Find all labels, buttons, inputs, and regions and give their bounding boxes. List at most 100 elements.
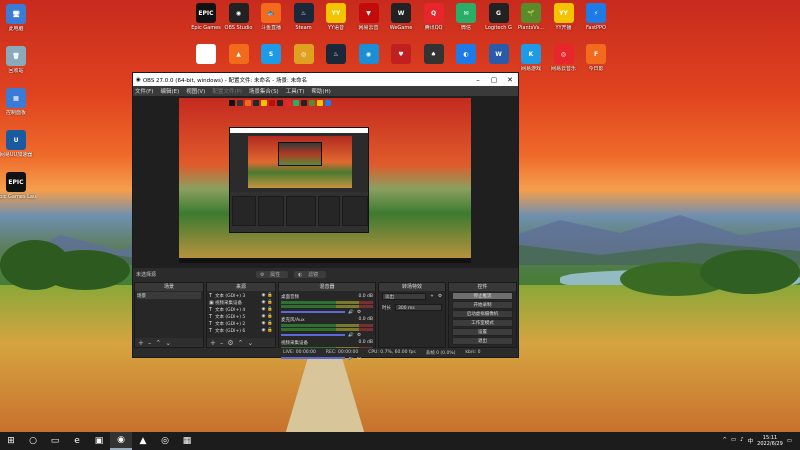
desktop-icon[interactable]: EPIC Epic Games Launcher xyxy=(0,172,36,200)
source-name: 文本 (GDI+) 2 xyxy=(215,321,246,327)
menu-item[interactable]: 文件(F) xyxy=(135,87,153,95)
app-icon: ◎ xyxy=(293,44,314,64)
source-item[interactable]: T 文本 (GDI+) 2 ◉ 🔒 xyxy=(209,320,273,327)
menu-item[interactable]: 配置文件(P) xyxy=(212,87,242,95)
lock-icon[interactable]: 🔒 xyxy=(267,328,273,333)
tray-icon[interactable]: ♪ xyxy=(740,437,744,445)
move-down-icon[interactable]: ⌄ xyxy=(165,339,171,347)
add-scene-button[interactable]: + xyxy=(138,339,144,347)
source-item[interactable]: T 文本 (GDI+) 4 ◉ 🔒 xyxy=(209,306,273,313)
source-name: 文本 (GDI+) 4 xyxy=(215,307,246,313)
duration-input[interactable]: 300 ms xyxy=(395,304,442,311)
speaker-icon[interactable]: 🔊 xyxy=(348,333,354,338)
system-tray: ^ ▭ ♪ 中 15:11 2022/6/29 ▭ xyxy=(722,435,800,447)
desktop-icon[interactable]: ⚡ FastPPO xyxy=(576,3,616,31)
notifications-icon[interactable]: ▭ xyxy=(787,438,792,444)
controls-dock-title: 控件 xyxy=(449,283,516,291)
app-icon: ▼ xyxy=(358,3,379,23)
visibility-eye-icon[interactable]: ◉ xyxy=(261,314,265,319)
visibility-eye-icon[interactable]: ◉ xyxy=(261,307,265,312)
add-source-button[interactable]: + xyxy=(210,339,216,347)
visibility-eye-icon[interactable]: ◉ xyxy=(261,293,265,298)
tray-icon[interactable]: 中 xyxy=(748,437,754,445)
taskbar-app-icon[interactable]: ○ xyxy=(22,432,44,450)
taskbar-app-icon[interactable]: ▭ xyxy=(44,432,66,450)
taskbar-app-icon[interactable]: ◎ xyxy=(154,432,176,450)
program-preview[interactable] xyxy=(179,98,471,263)
desktop-icon[interactable]: 🗑 回收站 xyxy=(0,46,36,74)
volume-slider[interactable] xyxy=(281,357,346,359)
remove-source-button[interactable]: – xyxy=(220,339,224,347)
scene-item[interactable]: 场景 xyxy=(137,292,201,299)
desktop-icon[interactable]: ▦ 控制面板 xyxy=(0,88,36,116)
control-button[interactable]: 工作室模式 xyxy=(452,319,513,327)
transition-select[interactable]: 淡出 xyxy=(382,293,427,300)
volume-meter xyxy=(281,328,373,331)
volume-meter xyxy=(281,305,373,308)
source-item[interactable]: T 文本 (GDI+) 6 ◉ 🔒 xyxy=(209,327,273,334)
taskbar-app-icon[interactable]: ◉ xyxy=(110,432,132,450)
control-button[interactable]: 停止推流 xyxy=(452,292,513,300)
source-settings-icon[interactable]: ⚙ xyxy=(227,339,233,347)
clock[interactable]: 15:11 2022/6/29 xyxy=(757,435,783,447)
app-icon: ◎ xyxy=(553,44,574,64)
channel-name: 桌面音频 xyxy=(281,295,299,300)
bitrate: kb/s: 0 xyxy=(465,350,481,355)
app-icon: W xyxy=(391,3,411,23)
tray-icon[interactable]: ^ xyxy=(722,437,727,445)
lock-icon[interactable]: 🔒 xyxy=(267,314,273,319)
control-button[interactable]: 退出 xyxy=(452,337,513,345)
start-button[interactable]: ⊞ xyxy=(0,432,22,450)
app-icon: ▲ xyxy=(228,44,249,64)
move-down-icon[interactable]: ⌄ xyxy=(248,339,254,347)
menu-item[interactable]: 帮助(H) xyxy=(311,87,330,95)
app-icon: G xyxy=(488,3,509,23)
menu-item[interactable]: 视图(V) xyxy=(186,87,205,95)
close-button[interactable]: ✕ xyxy=(502,75,518,84)
menu-item[interactable]: 编辑(E) xyxy=(160,87,179,95)
gear-icon[interactable]: ⚙ xyxy=(357,310,361,315)
transition-settings-icon[interactable]: ⚙ xyxy=(438,294,442,299)
lock-icon[interactable]: 🔒 xyxy=(267,300,273,305)
tray-icon[interactable]: ▭ xyxy=(731,437,736,445)
visibility-eye-icon[interactable]: ◉ xyxy=(261,300,265,305)
menu-item[interactable]: 工具(T) xyxy=(286,87,305,95)
source-item[interactable]: ▣ 视频采集设备 ◉ 🔒 xyxy=(209,299,273,306)
volume-slider[interactable] xyxy=(281,311,346,313)
filters-button[interactable]: ◐ 滤镜 xyxy=(294,270,327,278)
obs-titlebar[interactable]: ◉ OBS 27.0.0 (64-bit, windows) - 配置文件: 未… xyxy=(133,73,518,86)
volume-slider[interactable] xyxy=(281,334,346,336)
control-button[interactable]: 开始录制 xyxy=(452,301,513,309)
visibility-eye-icon[interactable]: ◉ xyxy=(261,328,265,333)
menu-item[interactable]: 场景集合(S) xyxy=(249,87,279,95)
control-button[interactable]: 设置 xyxy=(452,328,513,336)
control-button[interactable]: 启动虚拟摄像机 xyxy=(452,310,513,318)
taskbar-app-icon[interactable]: ▲ xyxy=(132,432,154,450)
taskbar-app-icon[interactable]: e xyxy=(66,432,88,450)
add-transition-button[interactable]: + xyxy=(430,294,434,299)
source-item[interactable]: T 文本 (GDI+) 3 ◉ 🔒 xyxy=(209,292,273,299)
dropped-frames: 丢帧 0 (0.0%) xyxy=(425,350,456,356)
desktop-icon[interactable]: F 今日影 xyxy=(576,44,616,72)
speaker-icon[interactable]: 🔊 xyxy=(348,310,354,315)
taskbar-app-icon[interactable]: ▣ xyxy=(88,432,110,450)
visibility-eye-icon[interactable]: ◉ xyxy=(261,321,265,326)
move-up-icon[interactable]: ⌃ xyxy=(155,339,161,347)
taskbar-app-icon[interactable]: ▦ xyxy=(176,432,198,450)
obs-window[interactable]: ◉ OBS 27.0.0 (64-bit, windows) - 配置文件: 未… xyxy=(132,72,519,361)
move-up-icon[interactable]: ⌃ xyxy=(238,339,244,347)
lock-icon[interactable]: 🔒 xyxy=(267,321,273,326)
gear-icon[interactable]: ⚙ xyxy=(357,333,361,338)
preview-desktop-icons xyxy=(229,100,399,110)
desktop-icon[interactable]: U 网易UU加速器 xyxy=(0,130,36,158)
source-item[interactable]: T 文本 (GDI+) 5 ◉ 🔒 xyxy=(209,313,273,320)
minimize-button[interactable]: – xyxy=(470,76,486,84)
lock-icon[interactable]: 🔒 xyxy=(267,293,273,298)
source-type-icon: T xyxy=(209,292,213,299)
lock-icon[interactable]: 🔒 xyxy=(267,307,273,312)
desktop-icon[interactable]: 🖥 此电脑 xyxy=(0,4,36,32)
remove-scene-button[interactable]: – xyxy=(148,339,152,347)
maximize-button[interactable]: ▢ xyxy=(486,76,502,84)
app-icon: 🗑 xyxy=(6,46,26,66)
properties-button[interactable]: ⚙ 属性 xyxy=(256,270,289,278)
